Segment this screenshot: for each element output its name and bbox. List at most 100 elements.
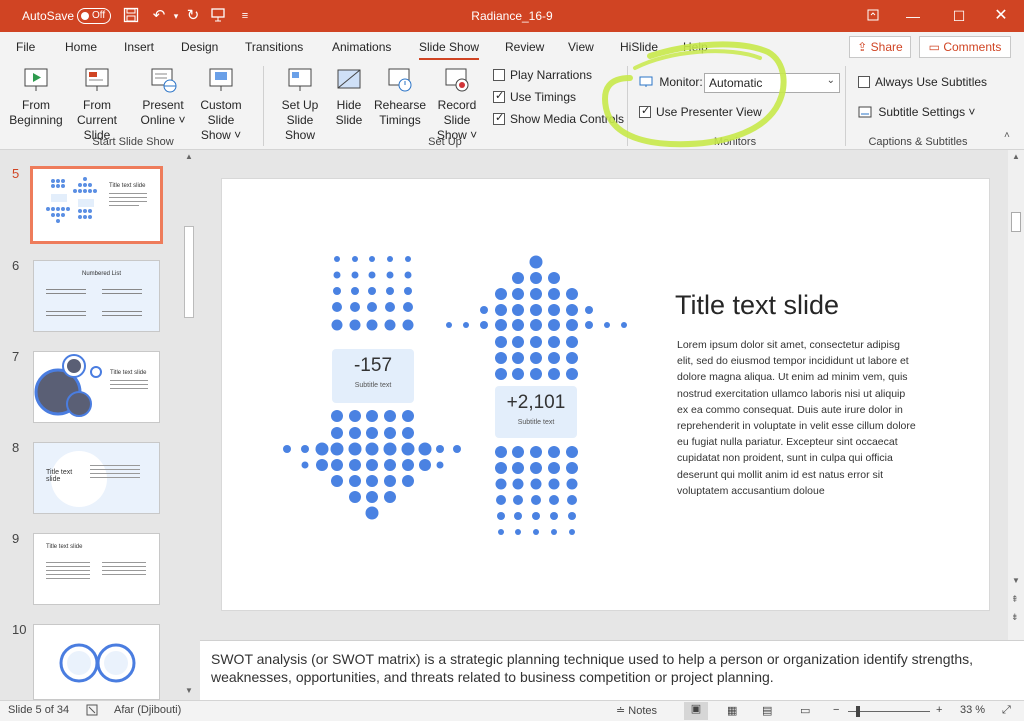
rehearse-timings-button[interactable]: Rehearse Timings: [374, 66, 426, 128]
slide-thumbnail-10[interactable]: [33, 624, 160, 700]
notes-icon: ≐: [616, 705, 629, 717]
slide-show-view-icon[interactable]: ▭: [800, 704, 810, 717]
slide-thumbnail-8[interactable]: Title text slide: [33, 442, 160, 514]
current-slide[interactable]: -157 Subtitle text +2,101 Subtitle text …: [221, 178, 990, 611]
present-icon[interactable]: [209, 7, 227, 25]
tab-view[interactable]: View: [568, 40, 594, 54]
arrow-dot: [514, 512, 522, 520]
from-beginning-button[interactable]: From Beginning: [8, 66, 64, 128]
reading-view-icon[interactable]: ▤: [762, 704, 772, 717]
collapse-ribbon-icon[interactable]: ˄: [1004, 130, 1010, 141]
slide-sorter-icon[interactable]: ▦: [727, 704, 737, 717]
arrow-dot: [569, 529, 575, 535]
slide-thumbnail-9[interactable]: Title text slide: [33, 533, 160, 605]
comment-icon: ▭: [928, 40, 944, 54]
present-online-button[interactable]: Present Online ˅: [140, 66, 186, 128]
arrow-dot: [349, 459, 361, 471]
from-current-slide-button[interactable]: From Current Slide: [64, 66, 130, 143]
slide-body-text[interactable]: Lorem ipsum dolor sit amet, consectetur …: [677, 337, 917, 499]
tab-slide-show[interactable]: Slide Show: [419, 40, 480, 60]
rehearse-line1: Rehearse: [374, 98, 427, 112]
scrollbar-thumb[interactable]: [1011, 212, 1021, 232]
record-slide-show-button[interactable]: Record Slide Show ˅: [424, 66, 490, 143]
scroll-up-icon[interactable]: ▲: [185, 152, 193, 161]
scrollbar-thumb[interactable]: [184, 226, 194, 318]
notes-text[interactable]: SWOT analysis (or SWOT matrix) is a stra…: [211, 650, 1001, 686]
hide-slide-button[interactable]: Hide Slide: [332, 66, 366, 128]
comments-button[interactable]: ▭ Comments: [919, 36, 1011, 58]
next-slide-icon[interactable]: ⇟: [1011, 612, 1019, 623]
save-icon[interactable]: [122, 7, 140, 25]
zoom-slider[interactable]: [848, 711, 930, 712]
arrow-dot: [512, 288, 524, 300]
tab-file[interactable]: File: [16, 40, 35, 54]
tab-animations[interactable]: Animations: [332, 40, 391, 54]
accessibility-icon[interactable]: [86, 704, 98, 719]
arrow-dot: [331, 319, 343, 331]
close-icon[interactable]: ✕: [978, 0, 1024, 32]
maximize-icon[interactable]: ☐: [936, 0, 982, 32]
editor-scrollbar[interactable]: ▲ ▼ ⇞ ⇟: [1008, 150, 1024, 640]
arrow-dot: [366, 410, 378, 422]
present-online-icon: [149, 66, 177, 94]
slide-thumbnail-5[interactable]: Title text slide: [30, 166, 163, 244]
normal-view-icon[interactable]: ▣: [684, 702, 708, 720]
autosave-toggle[interactable]: Off: [77, 8, 111, 24]
use-presenter-view-checkbox[interactable]: Use Presenter View: [639, 104, 762, 119]
scroll-down-icon[interactable]: ▼: [185, 686, 193, 695]
use-timings-checkbox[interactable]: Use Timings: [493, 89, 576, 104]
subtitle-settings-button[interactable]: Subtitle Settings ˅: [858, 105, 975, 119]
thumbnails-scrollbar[interactable]: ▲ ▼: [182, 150, 196, 700]
redo-icon[interactable]: ↻: [184, 7, 202, 25]
monitor-select[interactable]: Automatic ⌄: [704, 73, 840, 93]
arrow-dot: [315, 442, 329, 456]
thumb-number: 5: [12, 166, 20, 181]
tab-transitions[interactable]: Transitions: [245, 40, 303, 54]
share-button[interactable]: ⇪ Share: [849, 36, 911, 58]
previous-slide-icon[interactable]: ⇞: [1011, 594, 1019, 605]
arrow-dot: [530, 288, 542, 300]
undo-dropdown-icon[interactable]: ▾: [167, 7, 185, 25]
slide-title[interactable]: Title text slide: [675, 290, 839, 321]
minimize-icon[interactable]: —: [890, 0, 936, 32]
custom-slide-show-button[interactable]: Custom Slide Show ˅: [186, 66, 256, 143]
tab-help[interactable]: Help: [683, 40, 708, 54]
chevron-down-icon: ⌄: [826, 75, 835, 86]
arrow-dot: [495, 304, 507, 316]
show-media-controls-checkbox[interactable]: Show Media Controls: [493, 111, 624, 126]
scroll-down-icon[interactable]: ▼: [1012, 576, 1020, 585]
stat-subtitle-up: Subtitle text: [517, 419, 555, 426]
zoom-level[interactable]: 33 %: [960, 704, 985, 716]
tab-review[interactable]: Review: [505, 40, 544, 54]
zoom-out-icon[interactable]: −: [833, 704, 839, 716]
tab-insert[interactable]: Insert: [124, 40, 154, 54]
tab-hislide[interactable]: HiSlide: [620, 40, 658, 54]
scroll-up-icon[interactable]: ▲: [1012, 152, 1020, 161]
arrow-dot: [402, 427, 414, 439]
slide-thumbnail-7[interactable]: Title text slide: [33, 351, 160, 423]
language-indicator[interactable]: Afar (Djibouti): [114, 704, 181, 716]
arrow-dot: [349, 319, 361, 331]
notes-toggle[interactable]: ≐ Notes: [616, 704, 657, 717]
arrow-dot: [384, 475, 396, 487]
tab-design[interactable]: Design: [181, 40, 218, 54]
zoom-in-icon[interactable]: +: [936, 704, 942, 716]
arrow-dot: [495, 462, 507, 474]
zoom-slider-thumb[interactable]: [856, 706, 860, 717]
share-icon: ⇪: [857, 40, 871, 54]
slide-thumbnail-6[interactable]: Numbered List: [33, 260, 160, 332]
checkbox-box: [858, 76, 870, 88]
customize-qat-icon[interactable]: ≡: [236, 7, 254, 25]
thumb-title: Title text slide: [109, 183, 146, 189]
arrow-dot: [366, 319, 378, 331]
arrow-dot: [316, 459, 328, 471]
arrow-dot: [404, 271, 412, 279]
play-narrations-checkbox[interactable]: Play Narrations: [493, 68, 592, 82]
always-use-subtitles-checkbox[interactable]: Always Use Subtitles: [858, 75, 987, 89]
setup-slide-show-button[interactable]: Set Up Slide Show: [270, 66, 330, 143]
tab-home[interactable]: Home: [65, 40, 97, 54]
fit-to-window-icon[interactable]: ⤢: [1002, 704, 1011, 717]
notes-pane[interactable]: SWOT analysis (or SWOT matrix) is a stra…: [200, 640, 1024, 700]
arrow-dot: [349, 491, 361, 503]
undo-icon[interactable]: ↶: [150, 7, 168, 25]
